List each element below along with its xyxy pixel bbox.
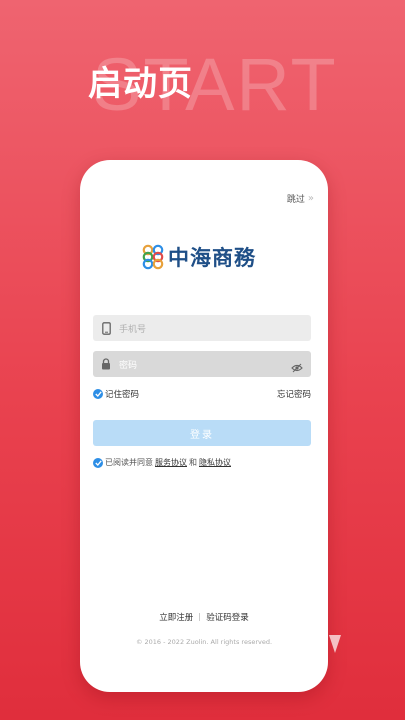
logo-text: 中海商務 — [168, 245, 256, 270]
service-agreement-link[interactable]: 服务协议 — [155, 457, 187, 468]
link-divider — [199, 613, 201, 621]
bottom-links: 立即注册 验证码登录 — [80, 611, 328, 623]
hero-title: 启动页 — [88, 64, 193, 104]
agreement-row: 已阅读并同意 服务协议 和 隐私协议 — [93, 457, 231, 468]
remember-checkbox[interactable]: 记住密码 — [93, 388, 139, 400]
company-logo: 中海商務 — [142, 242, 256, 272]
mobile-phone-icon — [93, 321, 119, 335]
agreement-conj: 和 — [189, 458, 197, 467]
phone-placeholder: 手机号 — [119, 324, 147, 335]
watermark-graphic — [304, 631, 341, 653]
agreement-prefix: 已阅读并同意 — [105, 458, 153, 467]
phone-mockup: 跳过 » 中海商務 手机号 密码 记住密码 忘记密码 登录 已阅读并同意 服务协… — [80, 160, 328, 692]
copyright-text: © 2016 - 2022 Zuolin. All rights reserve… — [135, 638, 273, 646]
agreement-checkbox[interactable] — [93, 457, 103, 468]
login-button[interactable]: 登录 — [93, 420, 311, 446]
eye-slash-icon[interactable] — [291, 358, 303, 377]
code-login-link[interactable]: 验证码登录 — [206, 611, 249, 623]
forgot-password-link[interactable]: 忘记密码 — [277, 388, 311, 400]
skip-label: 跳过 — [286, 195, 305, 205]
register-link[interactable]: 立即注册 — [159, 611, 193, 623]
remember-label: 记住密码 — [105, 390, 140, 400]
double-chevron-right-icon: » — [307, 193, 314, 204]
check-circle-icon — [93, 389, 103, 399]
logo-rings-icon — [142, 244, 164, 270]
password-placeholder: 密码 — [119, 360, 138, 371]
lock-icon — [93, 358, 119, 370]
phone-field[interactable]: 手机号 — [93, 315, 311, 341]
password-field[interactable]: 密码 — [93, 351, 311, 377]
skip-button[interactable]: 跳过 » — [286, 192, 314, 205]
privacy-agreement-link[interactable]: 隐私协议 — [199, 457, 231, 468]
remember-row: 记住密码 忘记密码 — [93, 388, 311, 400]
